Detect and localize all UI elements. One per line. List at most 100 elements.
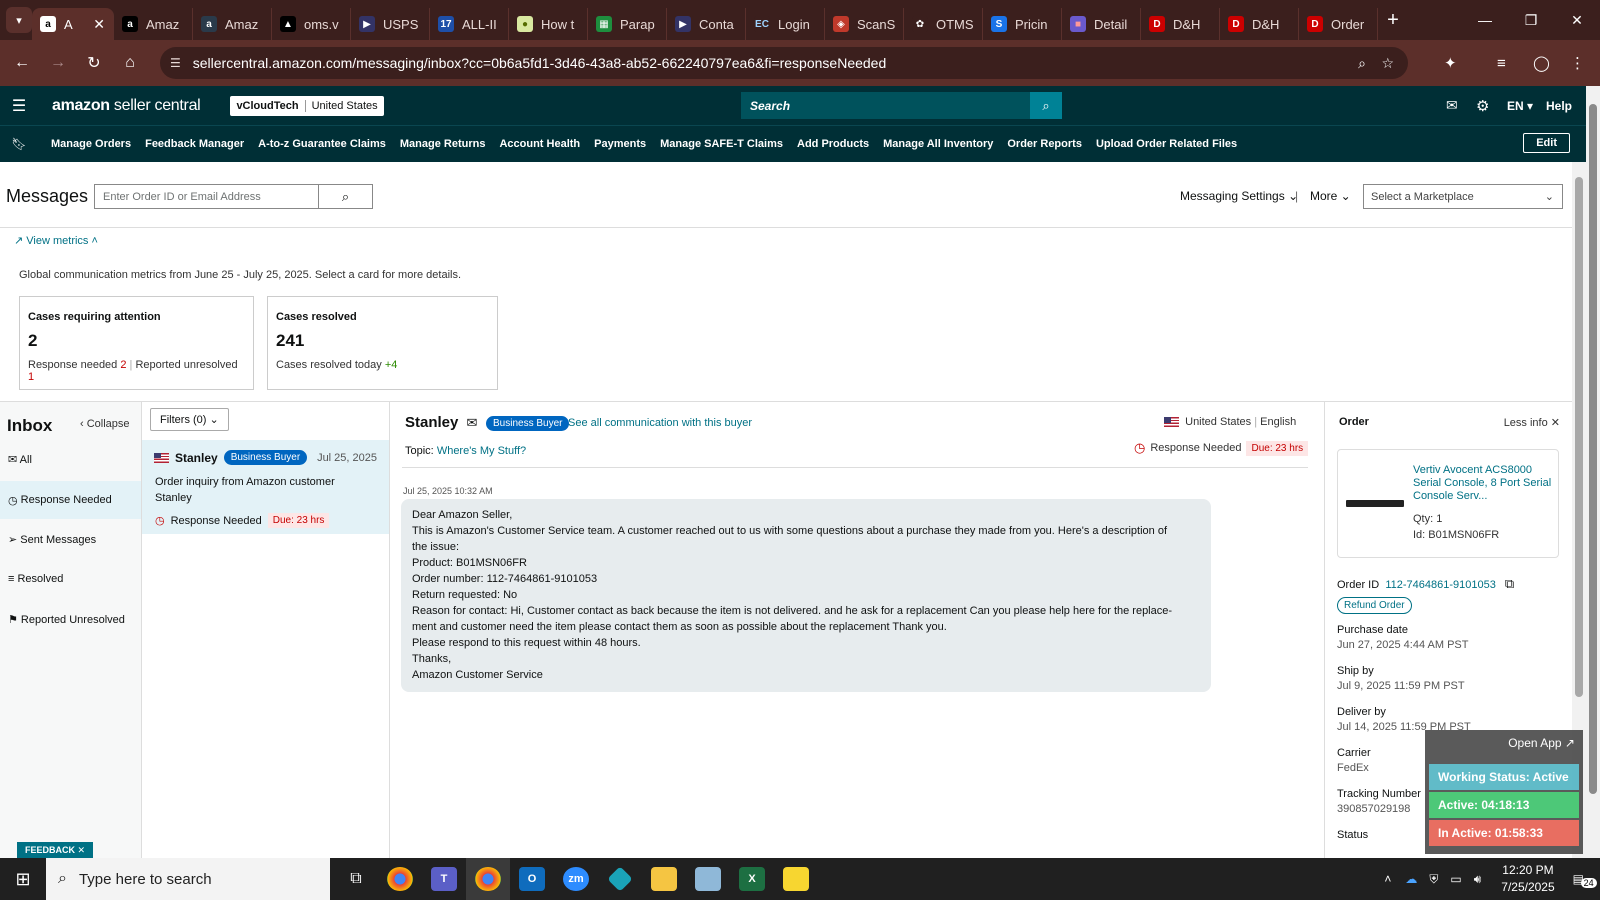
- browser-tab[interactable]: ■ Detail: [1062, 8, 1141, 40]
- order-id-link[interactable]: 112-7464861-9101053: [1385, 579, 1496, 591]
- attention-card[interactable]: Cases requiring attention 2 Response nee…: [19, 296, 254, 390]
- task-view-icon[interactable]: ⧉: [334, 858, 378, 900]
- new-tab-icon[interactable]: +: [1378, 9, 1408, 32]
- order-search-input[interactable]: Enter Order ID or Email Address: [94, 184, 319, 209]
- home-icon[interactable]: ⌂: [112, 54, 148, 72]
- copy-icon[interactable]: ⧉: [1505, 576, 1514, 591]
- nav-link[interactable]: Order Reports: [1000, 138, 1089, 150]
- folder-sent-messages[interactable]: ➢ Sent Messages: [8, 533, 96, 546]
- media-icon[interactable]: ≡: [1497, 40, 1506, 86]
- open-app-link[interactable]: Open App ↗: [1508, 736, 1575, 750]
- nav-link[interactable]: Account Health: [492, 138, 587, 150]
- nav-link[interactable]: Upload Order Related Files: [1089, 138, 1244, 150]
- clock[interactable]: 12:20 PM 7/25/2025: [1501, 862, 1554, 896]
- order-search-button[interactable]: ⌕: [318, 184, 373, 209]
- browser-tab[interactable]: S Pricin: [983, 8, 1062, 40]
- marketplace-select[interactable]: Select a Marketplace ⌄: [1363, 184, 1563, 209]
- folder-all[interactable]: ✉ All: [8, 453, 32, 466]
- address-bar[interactable]: ☰ sellercentral.amazon.com/messaging/inb…: [160, 47, 1408, 79]
- app-card-icon[interactable]: [686, 858, 730, 900]
- less-info-button[interactable]: Less info ✕: [1504, 416, 1560, 429]
- hamburger-menu-icon[interactable]: ☰: [0, 96, 38, 116]
- header-search-button[interactable]: ⌕: [1030, 92, 1062, 119]
- notifications-icon[interactable]: ▤ 24: [1573, 872, 1597, 888]
- nav-link[interactable]: Manage All Inventory: [876, 138, 1000, 150]
- browser-tab[interactable]: ▶ Conta: [667, 8, 746, 40]
- chevron-up-icon[interactable]: ˄: [1384, 872, 1391, 886]
- sticky-notes-icon[interactable]: [774, 858, 818, 900]
- network-icon[interactable]: ▭: [1450, 872, 1461, 886]
- folder-resolved[interactable]: ≡ Resolved: [8, 573, 63, 585]
- zoom-icon[interactable]: ⌕: [1358, 55, 1366, 72]
- product-title-link[interactable]: Vertiv Avocent ACS8000 Serial Console, 8…: [1413, 464, 1553, 503]
- outlook-icon[interactable]: O: [510, 858, 554, 900]
- more-dropdown[interactable]: More ⌄: [1310, 189, 1351, 203]
- page-scrollbar[interactable]: [1586, 86, 1600, 858]
- browser-tab[interactable]: ▶ USPS: [351, 8, 430, 40]
- minimize-icon[interactable]: —: [1462, 0, 1508, 40]
- collapse-button[interactable]: ‹ Collapse: [80, 418, 130, 430]
- teams-icon[interactable]: T: [422, 858, 466, 900]
- edit-nav-button[interactable]: Edit: [1523, 133, 1570, 153]
- view-metrics-toggle[interactable]: ↗ View metrics ˄: [14, 234, 98, 247]
- nav-link[interactable]: Manage SAFE-T Claims: [653, 138, 790, 150]
- store-switcher[interactable]: vCloudTech United States: [230, 95, 384, 116]
- resolved-card[interactable]: Cases resolved 241 Cases resolved today …: [267, 296, 498, 390]
- restore-icon[interactable]: ❐: [1508, 0, 1554, 40]
- nav-link[interactable]: Manage Returns: [393, 138, 493, 150]
- browser-tab[interactable]: ● How t: [509, 8, 588, 40]
- browser-tab[interactable]: a Amaz: [114, 8, 193, 40]
- chrome-icon[interactable]: [378, 858, 422, 900]
- nav-link[interactable]: Add Products: [790, 138, 876, 150]
- security-icon[interactable]: ⛨: [1429, 872, 1438, 887]
- folder-response-needed[interactable]: ◷ Response Needed: [0, 481, 141, 519]
- amazon-seller-central-logo[interactable]: amazon seller central: [52, 97, 201, 115]
- site-info-icon[interactable]: ☰: [170, 56, 181, 70]
- close-window-icon[interactable]: ✕: [1554, 0, 1600, 40]
- profile-icon[interactable]: ◯: [1533, 40, 1550, 86]
- browser-tab[interactable]: D Order: [1299, 8, 1378, 40]
- nav-link[interactable]: Payments: [587, 138, 653, 150]
- help-link[interactable]: Help: [1546, 86, 1572, 125]
- nav-link[interactable]: Feedback Manager: [138, 138, 251, 150]
- browser-tab[interactable]: 17 ALL-II: [430, 8, 509, 40]
- header-search-input[interactable]: Search: [741, 92, 1030, 119]
- browser-tab[interactable]: ◈ ScanS: [825, 8, 904, 40]
- excel-icon[interactable]: X: [730, 858, 774, 900]
- filters-button[interactable]: Filters (0) ⌄: [150, 408, 229, 431]
- see-all-communication-link[interactable]: See all communication with this buyer: [568, 417, 752, 429]
- bookmark-icon[interactable]: 🔖︎: [0, 137, 38, 151]
- browser-tab[interactable]: D D&H: [1141, 8, 1220, 40]
- reload-icon[interactable]: ↻: [76, 53, 112, 73]
- folder-reported-unresolved[interactable]: ⚑ Reported Unresolved: [8, 613, 125, 626]
- tab-close-icon[interactable]: ✕: [93, 16, 105, 33]
- topic-link[interactable]: Where's My Stuff?: [437, 445, 526, 457]
- conversation-item[interactable]: Stanley Business Buyer Jul 25, 2025 Orde…: [142, 440, 389, 534]
- tab-search-icon[interactable]: ▾: [6, 7, 32, 33]
- chrome-profile-icon[interactable]: [466, 858, 510, 900]
- browser-tab[interactable]: EC Login: [746, 8, 825, 40]
- app-diamond-icon[interactable]: [598, 858, 642, 900]
- settings-gear-icon[interactable]: ⚙: [1476, 86, 1489, 125]
- browser-tab[interactable]: ▦ Parap: [588, 8, 667, 40]
- nav-link[interactable]: Manage Orders: [44, 138, 138, 150]
- browser-tab[interactable]: D D&H: [1220, 8, 1299, 40]
- messaging-settings-dropdown[interactable]: Messaging Settings ⌄: [1180, 189, 1298, 203]
- onedrive-icon[interactable]: ☁: [1405, 872, 1417, 886]
- browser-tab[interactable]: a Amaz: [193, 8, 272, 40]
- browser-tab[interactable]: ✿ OTMS: [904, 8, 983, 40]
- browser-tab[interactable]: ▲ oms.v: [272, 8, 351, 40]
- refund-order-button[interactable]: Refund Order: [1337, 597, 1412, 614]
- mail-icon[interactable]: ✉: [1446, 86, 1458, 125]
- taskbar-search[interactable]: ⌕ Type here to search: [46, 858, 330, 900]
- bookmark-star-icon[interactable]: ☆: [1381, 55, 1394, 72]
- browser-tab[interactable]: a A ✕: [32, 8, 114, 40]
- nav-link[interactable]: A-to-z Guarantee Claims: [251, 138, 393, 150]
- back-icon[interactable]: ←: [4, 54, 40, 72]
- windows-start-icon[interactable]: ⊞: [0, 869, 46, 890]
- feedback-button[interactable]: FEEDBACK ✕: [17, 842, 94, 859]
- extensions-icon[interactable]: ✦: [1444, 40, 1457, 86]
- file-explorer-icon[interactable]: [642, 858, 686, 900]
- volume-icon[interactable]: 🔊︎: [1474, 872, 1482, 887]
- zoom-app-icon[interactable]: zm: [554, 858, 598, 900]
